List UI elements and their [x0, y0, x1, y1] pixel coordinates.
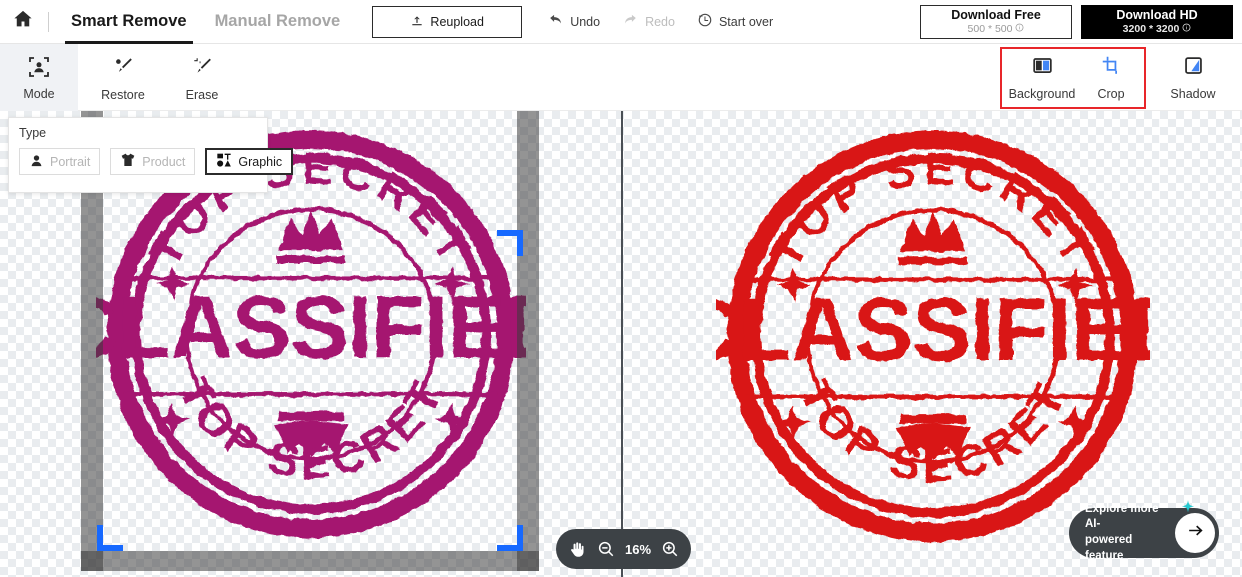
redo-label: Redo	[645, 14, 675, 29]
redo-arrow-icon	[622, 12, 639, 32]
portrait-icon	[29, 153, 44, 171]
hand-pan-icon[interactable]	[568, 540, 587, 559]
stamp-svg-original: TOP SECRET TOP SECRET CLASSIFIED	[716, 130, 1150, 542]
crop-dim-bottom	[81, 551, 539, 571]
header-divider	[48, 11, 49, 32]
app-root: Smart Remove Manual Remove Reupload Undo	[0, 0, 1242, 577]
explore-ai-line1: Explore more AI-	[1085, 502, 1159, 531]
right-tool-group: Background Crop Shadow	[1000, 44, 1242, 111]
tool-erase[interactable]: Erase	[168, 44, 236, 111]
crop-handle-bottom-right[interactable]	[497, 525, 523, 551]
crop-dim-right	[517, 111, 539, 571]
graphic-shapes-icon	[216, 152, 232, 171]
tool-crop-label: Crop	[1097, 86, 1125, 101]
info-circle-icon	[1182, 23, 1191, 35]
undo-button[interactable]: Undo	[536, 5, 611, 39]
shadow-icon	[1183, 55, 1204, 81]
stamp-center-text: CLASSIFIED	[716, 279, 1150, 379]
top-bar: Smart Remove Manual Remove Reupload Undo	[0, 0, 1242, 44]
reupload-label: Reupload	[430, 14, 484, 29]
home-button[interactable]	[0, 0, 46, 44]
undo-arrow-icon	[547, 12, 564, 32]
history-tools: Undo Redo Start over	[536, 5, 784, 39]
erase-wand-icon	[190, 54, 214, 83]
tshirt-icon	[120, 152, 136, 171]
type-option-portrait[interactable]: Portrait	[19, 148, 101, 175]
crop-icon	[1101, 55, 1122, 81]
download-hd-button[interactable]: Download HD 3200 * 3200	[1081, 4, 1233, 39]
type-option-portrait-label: Portrait	[50, 154, 91, 169]
tab-manual-remove[interactable]: Manual Remove	[201, 0, 355, 44]
edit-toolbar: Mode Restore Erase Background Crop Shado…	[0, 44, 1242, 111]
start-over-label: Start over	[718, 14, 774, 29]
zoom-control: 16%	[556, 529, 692, 569]
home-icon	[12, 8, 34, 35]
start-over-button[interactable]: Start over	[686, 5, 784, 39]
download-hd-title: Download HD	[1116, 8, 1198, 23]
original-stamp-image[interactable]: TOP SECRET TOP SECRET CLASSIFIED	[716, 111, 1150, 564]
type-panel-title: Type	[19, 126, 47, 140]
download-free-size-row: 500 * 500	[968, 23, 1025, 35]
zoom-level-label: 16%	[625, 541, 652, 557]
download-hd-size: 3200 * 3200	[1122, 22, 1180, 35]
info-circle-icon	[1015, 23, 1024, 35]
tool-mode[interactable]: Mode	[0, 44, 78, 111]
download-free-title: Download Free	[951, 8, 1041, 23]
crop-handle-bottom-left[interactable]	[97, 525, 123, 551]
type-panel: Type Portrait Product Graphic	[8, 117, 294, 193]
type-option-product[interactable]: Product	[110, 148, 196, 175]
redo-button[interactable]: Redo	[611, 5, 686, 39]
explore-ai-line2: powered feature	[1085, 534, 1133, 562]
highlighted-tool-group: Background Crop	[1000, 46, 1146, 109]
clock-revert-icon	[697, 12, 713, 31]
sparkle-icon	[1177, 498, 1199, 525]
crop-handle-top-right[interactable]	[497, 230, 523, 256]
tool-background-label: Background	[1008, 86, 1076, 101]
type-option-graphic[interactable]: Graphic	[205, 148, 294, 175]
restore-brush-icon	[111, 54, 135, 83]
zoom-out-icon[interactable]	[597, 540, 615, 558]
download-hd-size-row: 3200 * 3200	[1123, 23, 1192, 35]
tool-background[interactable]: Background	[1004, 49, 1080, 107]
zoom-in-icon[interactable]	[661, 540, 679, 558]
type-option-graphic-label: Graphic	[238, 154, 283, 169]
tool-erase-label: Erase	[185, 87, 219, 102]
tab-manual-remove-label: Manual Remove	[214, 12, 341, 30]
upload-icon	[410, 13, 424, 30]
reupload-button[interactable]: Reupload	[372, 5, 523, 38]
tool-shadow-label: Shadow	[1170, 86, 1216, 101]
download-free-button[interactable]: Download Free 500 * 500	[920, 4, 1072, 39]
person-frame-icon	[27, 55, 51, 84]
tool-restore[interactable]: Restore	[86, 44, 160, 111]
type-option-product-label: Product	[142, 154, 186, 169]
pane-boundary-right	[703, 111, 704, 577]
explore-ai-text: Explore more AI- powered feature	[1085, 502, 1165, 564]
background-split-icon	[1032, 55, 1053, 81]
tool-mode-label: Mode	[23, 86, 55, 101]
download-free-size: 500 * 500	[967, 22, 1013, 35]
type-options: Portrait Product Graphic	[19, 148, 294, 175]
tool-shadow[interactable]: Shadow	[1154, 49, 1232, 107]
tool-restore-label: Restore	[101, 87, 145, 102]
undo-label: Undo	[570, 14, 601, 29]
tab-smart-remove-label: Smart Remove	[71, 12, 187, 30]
compare-divider[interactable]	[621, 111, 623, 577]
tool-crop[interactable]: Crop	[1080, 49, 1142, 107]
tab-smart-remove[interactable]: Smart Remove	[57, 0, 201, 44]
